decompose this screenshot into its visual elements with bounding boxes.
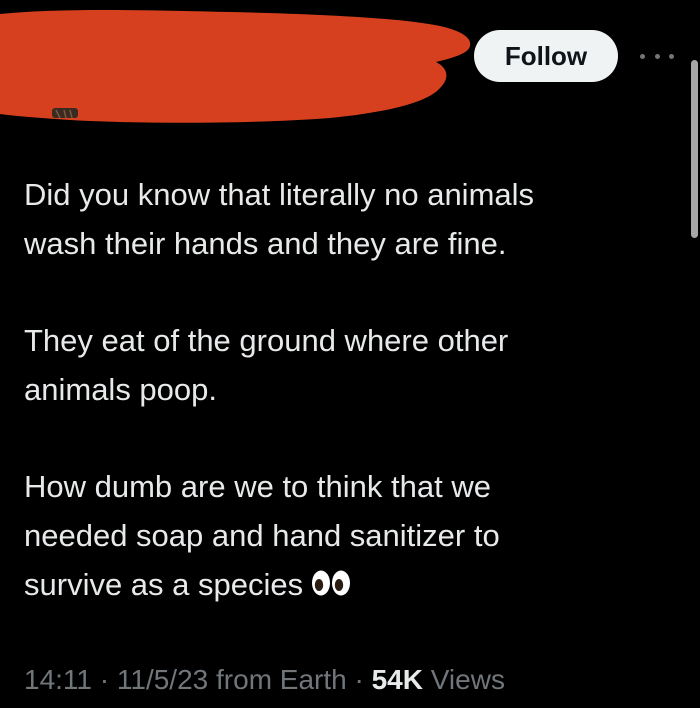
more-horizontal-icon[interactable]: [640, 46, 674, 66]
tweet-date[interactable]: 11/5/23: [117, 664, 208, 695]
tweet-text: Did you know that literally no animals w…: [24, 170, 664, 609]
tweet-paragraph-last: How dumb are we to think that we needed …: [24, 462, 664, 609]
tweet-time[interactable]: 14:11: [24, 664, 92, 695]
eyes-emoji: [312, 570, 351, 596]
tweet-paragraph: They eat of the ground where other anima…: [24, 323, 509, 407]
more-dot: [654, 53, 660, 59]
tweet-meta: 14:11 · 11/5/23 from Earth · 54K Views: [24, 664, 505, 696]
separator: ·: [99, 664, 110, 695]
scrollbar-thumb[interactable]: [691, 60, 698, 238]
more-dot: [640, 53, 645, 59]
redaction-scribble: [0, 10, 471, 123]
separator: ·: [354, 664, 364, 695]
more-dot: [669, 53, 674, 59]
scrollbar[interactable]: [690, 0, 700, 708]
views-count: 54K: [371, 664, 423, 695]
tweet-paragraph: How dumb are we to think that we needed …: [24, 469, 500, 602]
tweet-location: from Earth: [216, 664, 347, 695]
tweet-paragraph: Did you know that literally no animals w…: [24, 177, 535, 261]
follow-button[interactable]: Follow: [474, 30, 618, 82]
views-label: Views: [430, 664, 505, 695]
